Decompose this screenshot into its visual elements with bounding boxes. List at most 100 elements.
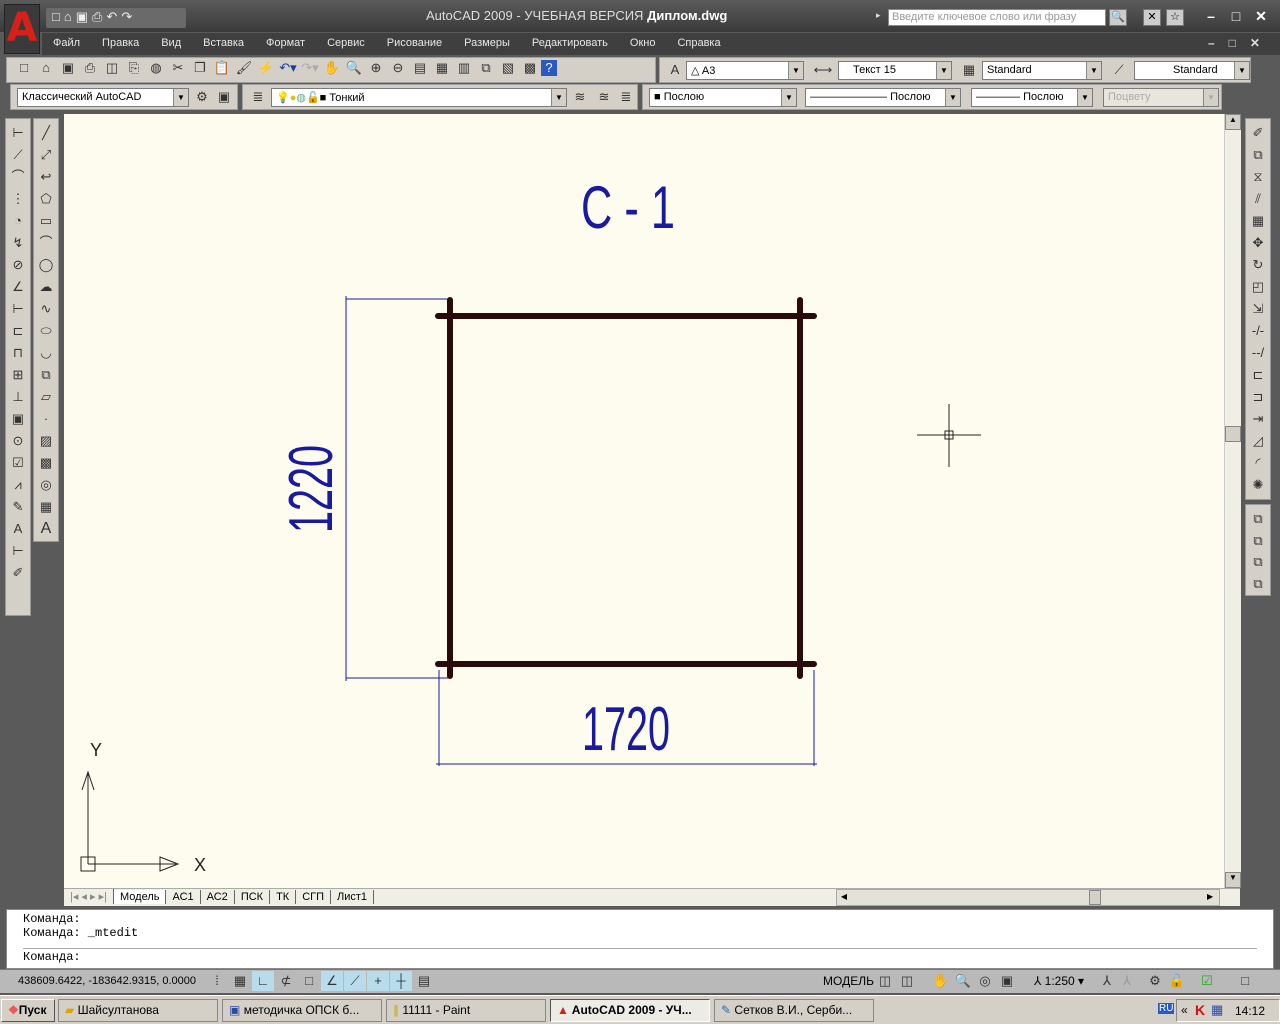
copy-object-icon[interactable]: ⧉ <box>1247 145 1269 167</box>
vertical-scrollbar[interactable]: ▲ ▼ <box>1224 114 1241 888</box>
search-icon[interactable]: 🔍 <box>1109 9 1127 26</box>
fillet-icon[interactable]: ◜ <box>1247 453 1269 475</box>
quick-dim-icon[interactable]: ⊢ <box>7 299 29 321</box>
show-hidden-icons[interactable]: « <box>1181 1003 1188 1017</box>
rectangle-icon[interactable]: ▭ <box>35 211 57 233</box>
join-icon[interactable]: ⇥ <box>1247 409 1269 431</box>
print-icon[interactable]: ⎙ <box>79 58 101 78</box>
linear-dim-icon[interactable]: ⊢ <box>7 123 29 145</box>
radius-icon[interactable]: ◔ <box>7 211 29 233</box>
grid-icon[interactable]: ▦ <box>229 971 251 991</box>
communication-center-icon[interactable]: ✕ <box>1143 9 1161 26</box>
bring-above-icon[interactable]: ⧉ <box>1247 552 1269 574</box>
block-editor-icon[interactable]: ⚡ <box>255 58 277 78</box>
model-space-button[interactable]: МОДЕЛЬ <box>823 974 874 988</box>
dimedit-icon[interactable]: ✎ <box>7 497 29 519</box>
quick-properties-icon[interactable]: ▤ <box>413 971 435 991</box>
dimtedit-icon[interactable]: A <box>7 519 29 541</box>
layer-manager-icon[interactable]: ≣ <box>247 87 269 107</box>
zoom-window-icon[interactable]: ⊕ <box>365 58 387 78</box>
zoom-realtime-icon[interactable]: 🔍 <box>343 58 365 78</box>
polygon-icon[interactable]: ⬠ <box>35 189 57 211</box>
copy-icon[interactable]: ❐ <box>189 58 211 78</box>
tab-tk[interactable]: ТК <box>270 890 297 904</box>
layer-states-icon[interactable]: ≣ <box>615 87 637 107</box>
annotation-scale[interactable]: ⅄ 1:250 ▾ <box>1034 974 1084 988</box>
drawing-canvas[interactable]: С - 1 1720 1220 Y X <box>64 114 1224 888</box>
tray-settings-icon[interactable]: ☑ <box>1196 971 1218 991</box>
taskbar-item-autocad[interactable]: ▲ AutoCAD 2009 - УЧ... <box>550 999 710 1022</box>
workspace-settings-icon[interactable]: ⚙ <box>191 87 213 107</box>
undo-icon[interactable]: ↶ <box>106 9 117 27</box>
new-icon[interactable]: □ <box>13 58 35 78</box>
arc-icon[interactable]: ⌒ <box>35 233 57 255</box>
pan-icon[interactable]: ✋ <box>321 58 343 78</box>
chamfer-icon[interactable]: ◿ <box>1247 431 1269 453</box>
region-icon[interactable]: ◎ <box>35 475 57 497</box>
dim-style-icon[interactable]: ✐ <box>7 563 29 585</box>
open-icon[interactable]: ⌂ <box>35 58 57 78</box>
mirror-icon[interactable]: ⧖ <box>1247 167 1269 189</box>
ellipse-arc-icon[interactable]: ◡ <box>35 343 57 365</box>
ducs-icon[interactable]: ⟋ <box>344 971 366 991</box>
angular-icon[interactable]: ∠ <box>7 277 29 299</box>
quick-view-icon[interactable]: ◫ <box>896 971 918 991</box>
mleader-style-icon[interactable]: ⟋ <box>1108 60 1130 80</box>
snap-icon[interactable]: ⁞ <box>206 971 228 991</box>
redo-icon[interactable]: ↷ <box>121 9 132 27</box>
continue-icon[interactable]: ⊓ <box>7 343 29 365</box>
network-icon[interactable]: ▦ <box>1211 1002 1223 1018</box>
antivirus-icon[interactable]: K <box>1195 1002 1205 1018</box>
annotation-visibility-icon[interactable]: ⅄ <box>1096 971 1118 991</box>
make-block-icon[interactable]: ▱ <box>35 387 57 409</box>
scroll-right-button[interactable]: ▶ <box>1205 890 1219 903</box>
mtext-icon[interactable]: A <box>35 519 57 541</box>
workspace-switch-icon[interactable]: ⚙ <box>1144 971 1166 991</box>
dim-style-select[interactable]: Текст 15 ▼ <box>838 61 952 80</box>
menu-dimension[interactable]: Размеры <box>453 33 521 55</box>
bring-front-icon[interactable]: ⧉ <box>1247 509 1269 531</box>
scroll-thumb[interactable] <box>1225 426 1241 442</box>
revcloud-icon[interactable]: ☁ <box>35 277 57 299</box>
line-icon[interactable]: ╱ <box>35 123 57 145</box>
3d-dwf-icon[interactable]: ◍ <box>145 58 167 78</box>
application-menu-button[interactable]: A <box>4 4 40 54</box>
steering-wheel-icon[interactable]: ◎ <box>974 971 996 991</box>
table-icon[interactable]: ▦ <box>35 497 57 519</box>
point-icon[interactable]: · <box>35 409 57 431</box>
horizontal-scrollbar[interactable]: ◀ ▶ <box>836 889 1220 906</box>
construction-line-icon[interactable]: ⤢ <box>35 145 57 167</box>
clean-screen-icon[interactable]: □ <box>1234 971 1256 991</box>
diameter-icon[interactable]: ⊘ <box>7 255 29 277</box>
pan-icon[interactable]: ✋ <box>930 971 952 991</box>
hatch-icon[interactable]: ▨ <box>35 431 57 453</box>
menu-draw[interactable]: Рисование <box>376 33 453 55</box>
make-current-layer-icon[interactable]: ≋ <box>569 87 591 107</box>
scroll-left-button[interactable]: ◀ <box>837 890 851 903</box>
design-center-icon[interactable]: ▦ <box>431 58 453 78</box>
menu-file[interactable]: Файл <box>42 33 91 55</box>
save-icon[interactable]: ▣ <box>57 58 79 78</box>
menu-help[interactable]: Справка <box>666 33 731 55</box>
extend-icon[interactable]: --/ <box>1247 343 1269 365</box>
ellipse-icon[interactable]: ⬭ <box>35 321 57 343</box>
menu-window[interactable]: Окно <box>619 33 667 55</box>
osnap-icon[interactable]: □ <box>298 971 320 991</box>
menu-edit[interactable]: Правка <box>91 33 150 55</box>
showmotion-icon[interactable]: ▣ <box>996 971 1018 991</box>
scroll-up-button[interactable]: ▲ <box>1225 114 1241 130</box>
preview-icon[interactable]: ◫ <box>101 58 123 78</box>
help-icon[interactable]: ? <box>541 60 557 76</box>
tab-sheet1[interactable]: Лист1 <box>331 890 375 904</box>
match-properties-icon[interactable]: 🖌 <box>233 58 255 78</box>
new-icon[interactable]: □ <box>52 9 60 27</box>
workspace-select[interactable]: Классический AutoCAD ▼ <box>17 88 189 107</box>
erase-icon[interactable]: ✐ <box>1247 123 1269 145</box>
open-icon[interactable]: ⌂ <box>64 9 72 27</box>
ordinate-icon[interactable]: ⋮ <box>7 189 29 211</box>
layout-icon[interactable]: ◫ <box>874 971 896 991</box>
save-icon[interactable]: ▣ <box>76 9 88 27</box>
offset-icon[interactable]: ⫽ <box>1247 189 1269 211</box>
tab-model[interactable]: Модель <box>113 890 167 904</box>
minimize-button[interactable]: – <box>1200 8 1222 24</box>
